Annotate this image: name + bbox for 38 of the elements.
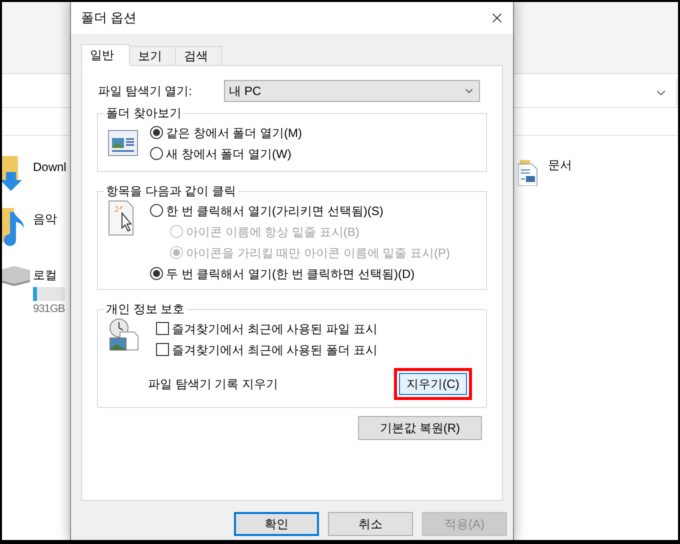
dropdown[interactable]: 내 PC <box>224 80 480 102</box>
group-title: 폴더 찾아보기 <box>105 105 182 122</box>
option-label: 같은 창에서 폴더 열기(M) <box>166 124 302 142</box>
window-icon <box>108 130 138 156</box>
dialog-button[interactable]: 확인 <box>234 512 319 536</box>
capacity-text: 931GB <box>33 302 65 317</box>
capacity-bar <box>33 287 65 301</box>
option-label: 새 창에서 폴더 열기(W) <box>166 146 292 162</box>
item-label[interactable]: 문서 <box>548 156 572 174</box>
tab[interactable]: 검색 <box>175 46 222 66</box>
field-label: 파일 탐색기 열기: <box>98 83 194 100</box>
documents-icon <box>518 160 538 186</box>
checkbox-label: 즐겨찾기에서 최근에 사용된 폴더 표시 <box>172 342 378 358</box>
option-label: 아이콘 이름에 항상 밑줄 표시(B) <box>186 224 360 240</box>
radio-button[interactable] <box>150 126 163 139</box>
checkbox[interactable] <box>156 343 169 356</box>
checkbox[interactable] <box>156 322 169 335</box>
tab[interactable]: 일반 <box>81 44 130 66</box>
group-title: 개인 정보 보호 <box>105 301 186 318</box>
drive-icon <box>2 264 30 288</box>
dialog-button[interactable]: 기본값 복원(R) <box>358 416 482 440</box>
item-label[interactable]: Downl <box>33 158 66 176</box>
clear-button[interactable]: 지우기(C) <box>399 373 467 395</box>
music-folder-icon <box>2 208 26 248</box>
dialog-button[interactable]: 취소 <box>328 512 413 536</box>
option-label: 두 번 클릭해서 열기(한 번 클릭하면 선택됨)(D) <box>166 266 415 282</box>
group-title: 항목을 다음과 같이 클릭 <box>105 183 238 200</box>
window-title: 폴더 옵션 <box>81 8 137 27</box>
option-label: 아이콘을 가리킬 때만 아이콘 이름에 밑줄 표시(P) <box>186 244 450 262</box>
clock-document-icon <box>108 318 140 352</box>
item-label[interactable]: 로컬 <box>33 266 65 284</box>
radio-button[interactable] <box>150 204 163 217</box>
clear-history-label: 파일 탐색기 기록 지우기 <box>148 376 278 393</box>
radio-button[interactable] <box>150 147 163 160</box>
item-label[interactable]: 음악 <box>33 210 57 228</box>
radio-button[interactable] <box>150 267 163 280</box>
option-label: 한 번 클릭해서 열기(가리키면 선택됨)(S) <box>166 202 384 220</box>
checkbox-label: 즐겨찾기에서 최근에 사용된 파일 표시 <box>172 320 378 338</box>
